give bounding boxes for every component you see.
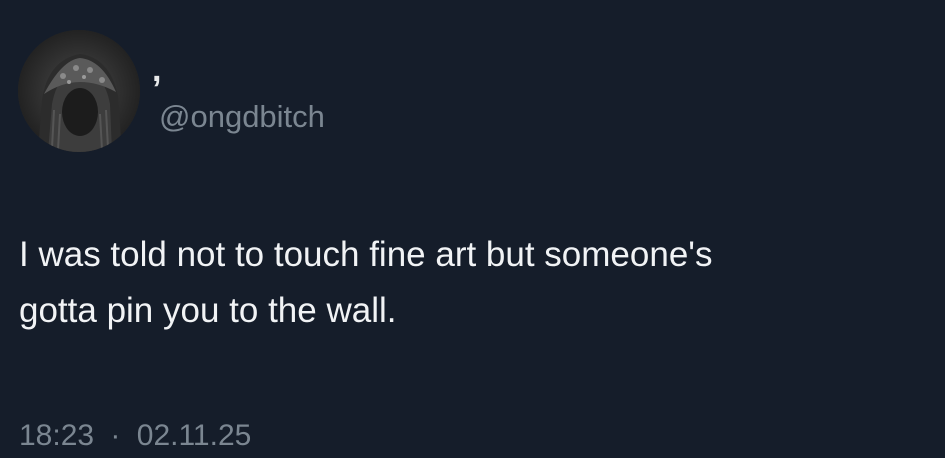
- avatar-image: [18, 30, 140, 152]
- tweet-timestamp[interactable]: 18:23 · 02.11.25: [19, 416, 251, 456]
- tweet-card: , @ongdbitch I was told not to touch fin…: [0, 0, 945, 458]
- display-name[interactable]: ,: [152, 50, 161, 90]
- user-handle[interactable]: @ongdbitch: [159, 97, 325, 137]
- tweet-time: 18:23: [19, 419, 95, 452]
- timestamp-separator: ·: [110, 419, 121, 452]
- tweet-text: I was told not to touch fine art but som…: [19, 235, 713, 330]
- avatar[interactable]: [18, 30, 140, 152]
- tweet-date: 02.11.25: [136, 419, 252, 452]
